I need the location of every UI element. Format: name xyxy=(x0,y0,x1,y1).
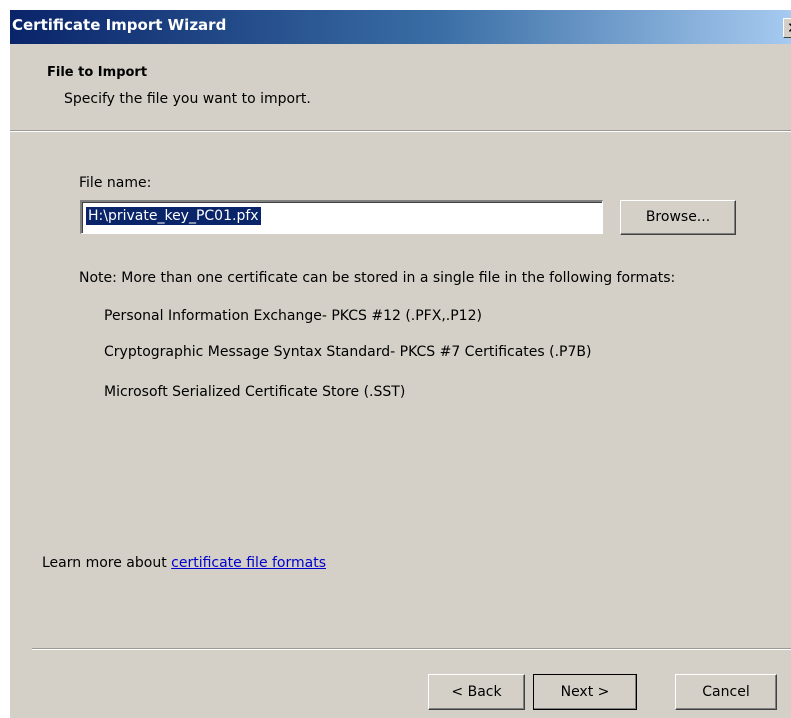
format-item-p7b: Cryptographic Message Syntax Standard- P… xyxy=(104,344,592,360)
page-subtitle: Specify the file you want to import. xyxy=(64,91,311,107)
format-item-sst: Microsoft Serialized Certificate Store (… xyxy=(104,384,406,400)
browse-button[interactable]: Browse... xyxy=(620,200,736,235)
certificate-file-formats-link[interactable]: certificate file formats xyxy=(171,555,326,571)
learn-more-text: Learn more about certificate file format… xyxy=(42,555,326,571)
close-button[interactable]: ✕ xyxy=(783,18,791,38)
learn-more-prefix: Learn more about xyxy=(42,555,172,571)
file-name-input[interactable]: H:\private_key_PC01.pfx xyxy=(80,200,603,234)
note-text: Note: More than one certificate can be s… xyxy=(79,270,676,286)
file-name-label: File name: xyxy=(79,175,152,191)
cancel-button[interactable]: Cancel xyxy=(675,674,777,710)
footer-divider xyxy=(32,648,791,650)
certificate-import-wizard-window: Certificate Import Wizard ✕ File to Impo… xyxy=(0,0,791,718)
next-button[interactable]: Next > xyxy=(533,674,637,710)
header-divider xyxy=(10,130,791,132)
close-icon: ✕ xyxy=(787,19,791,37)
file-name-value: H:\private_key_PC01.pfx xyxy=(86,207,261,225)
title-bar[interactable]: Certificate Import Wizard ✕ xyxy=(10,10,791,44)
format-item-pfx: Personal Information Exchange- PKCS #12 … xyxy=(104,308,482,324)
back-button[interactable]: < Back xyxy=(428,674,525,710)
window-title: Certificate Import Wizard xyxy=(12,16,227,34)
dialog-body: File to Import Specify the file you want… xyxy=(10,44,791,718)
page-title: File to Import xyxy=(47,65,148,80)
